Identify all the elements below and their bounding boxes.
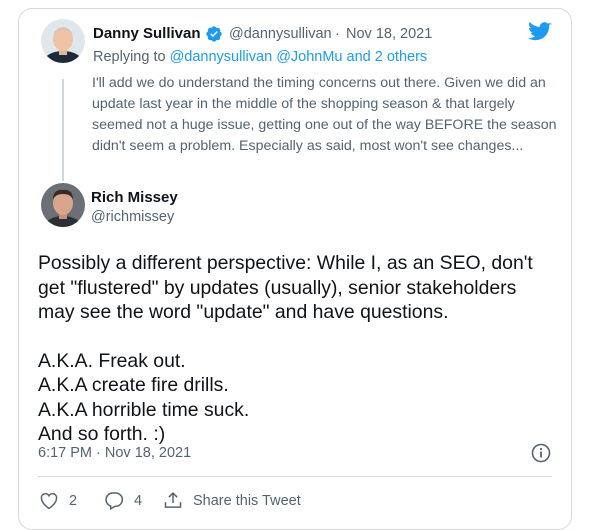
- share-label: Share this Tweet: [193, 492, 301, 509]
- verified-badge-icon: [205, 25, 223, 48]
- replying-to-handles[interactable]: @dannysullivan @JohnMu: [170, 49, 343, 65]
- quoted-handle[interactable]: @dannysullivan: [229, 26, 332, 42]
- main-handle[interactable]: @richmissey: [91, 209, 174, 225]
- reply-bubble-icon: [104, 491, 124, 510]
- thread-line: [62, 79, 64, 181]
- twitter-bird-icon[interactable]: [528, 21, 552, 47]
- share-icon: [163, 491, 183, 510]
- replying-to-prefix: Replying to: [93, 49, 166, 65]
- quoted-tweet-text: I'll add we do understand the timing con…: [92, 75, 557, 154]
- quoted-separator: ·: [335, 26, 340, 42]
- reply-button[interactable]: 4: [104, 491, 142, 510]
- main-tweet-line: A.K.A. Freak out.: [38, 349, 186, 372]
- like-button[interactable]: 2: [39, 491, 77, 510]
- quoted-date[interactable]: Nov 18, 2021: [346, 26, 432, 42]
- actions-divider: [38, 476, 552, 477]
- main-tweet-line: A.K.A create fire drills.: [38, 374, 229, 396]
- main-author-name[interactable]: Rich Missey: [91, 189, 178, 206]
- share-button[interactable]: Share this Tweet: [163, 491, 301, 510]
- main-tweet-line: And so forth. :): [38, 423, 166, 445]
- replying-to-others[interactable]: and 2 others: [347, 49, 428, 65]
- info-icon[interactable]: [531, 443, 551, 468]
- main-tweet-paragraph: Possibly a different perspective: While …: [38, 252, 533, 323]
- main-tweet-text: Possibly a different perspective: While …: [38, 251, 558, 447]
- tweet-card: Danny Sullivan @dannysullivan · Nov 18, …: [18, 8, 572, 530]
- replying-to-line: Replying to @dannysullivan @JohnMu and 2…: [93, 49, 427, 65]
- quoted-author-name[interactable]: Danny Sullivan: [93, 25, 201, 42]
- reply-count: 4: [134, 492, 143, 509]
- avatar-rich-missey[interactable]: [41, 183, 85, 227]
- avatar-danny-sullivan[interactable]: [41, 19, 85, 63]
- heart-icon: [39, 491, 59, 510]
- main-tweet-line: A.K.A horrible time suck.: [38, 398, 250, 421]
- tweet-timestamp[interactable]: 6:17 PM · Nov 18, 2021: [38, 445, 191, 461]
- like-count: 2: [69, 492, 78, 509]
